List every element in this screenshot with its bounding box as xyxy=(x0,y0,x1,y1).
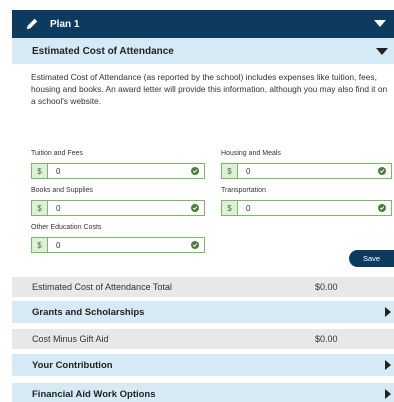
housing-value[interactable]: 0 xyxy=(246,167,250,176)
other-costs-field[interactable]: $ 0 xyxy=(31,237,205,253)
plan-header[interactable]: Plan 1 xyxy=(12,10,394,38)
other-costs-label: Other Education Costs xyxy=(31,224,102,231)
chevron-right-icon[interactable] xyxy=(385,389,391,399)
section-your-contribution[interactable]: Your Contribution xyxy=(12,354,394,376)
other-costs-value[interactable]: 0 xyxy=(56,241,60,250)
grants-label: Grants and Scholarships xyxy=(32,306,145,318)
chevron-right-icon[interactable] xyxy=(385,307,391,317)
cost-minus-gift-aid-row: Cost Minus Gift Aid $0.00 xyxy=(12,329,394,349)
cost-minus-label: Cost Minus Gift Aid xyxy=(32,334,109,344)
total-value: $0.00 xyxy=(315,282,338,292)
books-value[interactable]: 0 xyxy=(56,204,60,213)
tuition-value[interactable]: 0 xyxy=(56,167,60,176)
check-icon xyxy=(191,167,199,175)
dollar-icon: $ xyxy=(222,164,238,178)
work-options-label: Financial Aid Work Options xyxy=(32,388,156,400)
contribution-label: Your Contribution xyxy=(32,359,113,371)
dollar-icon: $ xyxy=(222,201,238,215)
section-title: Estimated Cost of Attendance xyxy=(32,45,174,57)
pencil-icon[interactable] xyxy=(24,16,40,32)
check-icon xyxy=(191,241,199,249)
chevron-down-icon[interactable] xyxy=(376,48,388,55)
check-icon xyxy=(378,204,386,212)
tuition-field[interactable]: $ 0 xyxy=(31,163,205,179)
section-header-cost-of-attendance[interactable]: Estimated Cost of Attendance xyxy=(12,38,394,64)
section-description: Estimated Cost of Attendance (as reporte… xyxy=(31,72,388,106)
books-field[interactable]: $ 0 xyxy=(31,200,205,216)
cost-of-attendance-total-row: Estimated Cost of Attendance Total $0.00 xyxy=(12,277,394,297)
housing-label: Housing and Meals xyxy=(221,150,281,157)
total-label: Estimated Cost of Attendance Total xyxy=(32,282,172,292)
check-icon xyxy=(378,167,386,175)
dollar-icon: $ xyxy=(32,201,48,215)
cost-minus-value: $0.00 xyxy=(315,334,338,344)
books-label: Books and Supplies xyxy=(31,187,93,194)
check-icon xyxy=(191,204,199,212)
transportation-field[interactable]: $ 0 xyxy=(221,200,392,216)
chevron-right-icon[interactable] xyxy=(385,360,391,370)
plan-title: Plan 1 xyxy=(50,18,80,30)
transportation-label: Transportation xyxy=(221,187,266,194)
section-grants-scholarships[interactable]: Grants and Scholarships xyxy=(12,301,394,323)
dollar-icon: $ xyxy=(32,164,48,178)
dollar-icon: $ xyxy=(32,238,48,252)
save-button[interactable]: Save xyxy=(349,250,394,267)
section-work-options[interactable]: Financial Aid Work Options xyxy=(12,383,394,402)
tuition-label: Tuition and Fees xyxy=(31,150,83,157)
housing-field[interactable]: $ 0 xyxy=(221,163,392,179)
transportation-value[interactable]: 0 xyxy=(246,204,250,213)
chevron-down-icon[interactable] xyxy=(374,20,386,27)
